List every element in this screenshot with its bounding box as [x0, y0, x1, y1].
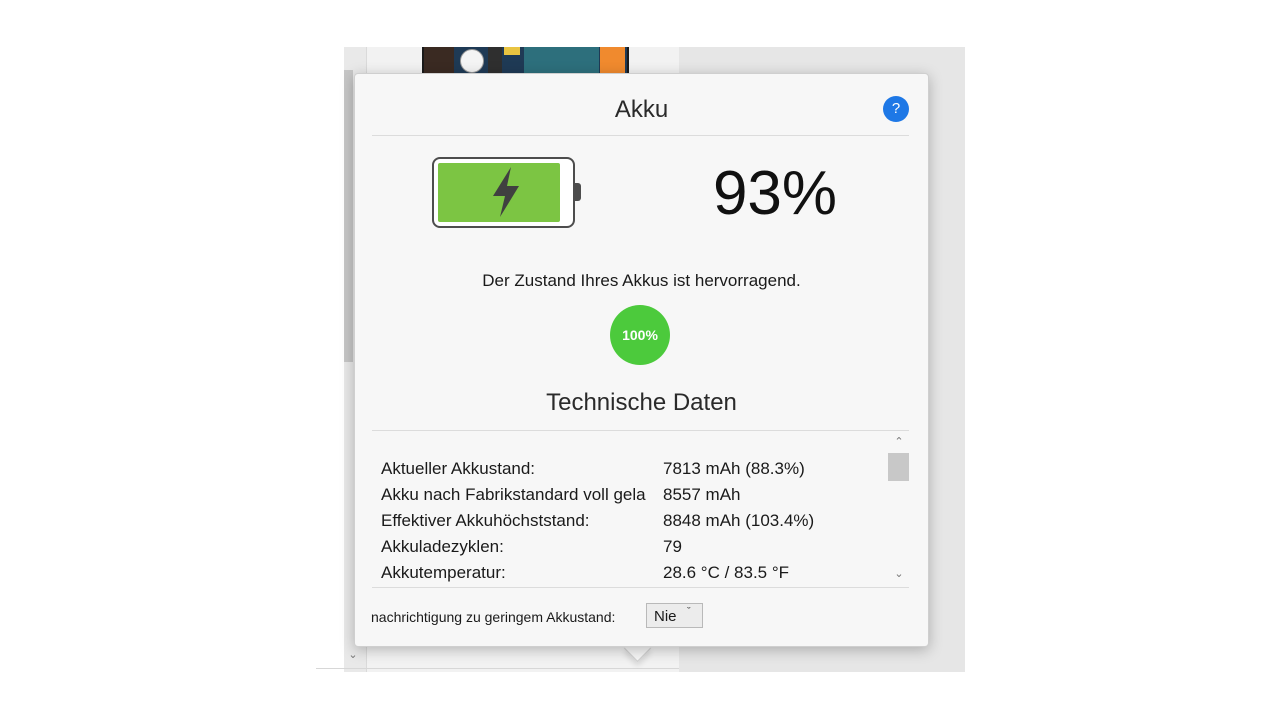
clock-icon	[460, 49, 484, 73]
spec-label: Aktueller Akkustand:	[381, 459, 536, 478]
background-divider	[316, 668, 679, 669]
spec-value: 8848 mAh (103.4%)	[663, 511, 815, 530]
help-button[interactable]: ?	[883, 96, 909, 122]
question-mark-icon: ?	[891, 100, 901, 117]
spec-label: Effektiver Akkuhöchststand:	[381, 511, 590, 530]
scroll-thumb[interactable]	[888, 453, 909, 481]
spec-value: 8557 mAh	[663, 485, 741, 504]
battery-cap	[574, 183, 581, 201]
popover-title: Akku	[614, 96, 669, 123]
spec-label: Akku nach Fabrikstandard voll gela	[381, 485, 646, 504]
spec-row: Akkuladezyklen: 79	[381, 537, 891, 563]
footer-divider	[372, 587, 909, 588]
low-battery-notification-select[interactable]: Nie ˇ	[646, 603, 703, 628]
battery-health-text: Der Zustand Ihres Akkus ist hervorragend…	[482, 271, 801, 290]
chevron-down-icon[interactable]: ⌄	[888, 566, 910, 582]
select-value: Nie	[654, 608, 677, 625]
low-battery-notification-label: nachrichtigung zu geringem Akkustand:	[371, 609, 616, 625]
spec-row: Aktueller Akkustand: 7813 mAh (88.3%)	[381, 459, 891, 485]
spec-row: Effektiver Akkuhöchststand: 8848 mAh (10…	[381, 511, 891, 537]
background-thumbnail	[422, 47, 629, 76]
spec-value: 7813 mAh (88.3%)	[663, 459, 805, 478]
battery-percentage: 93%	[712, 159, 838, 228]
spec-row: Akku nach Fabrikstandard voll gela 8557 …	[381, 485, 891, 511]
technical-data-list[interactable]: Aktueller Akkustand: 7813 mAh (88.3%) Ak…	[372, 432, 909, 587]
tech-divider	[372, 430, 909, 431]
spec-row: Akkutemperatur: 28.6 °C / 83.5 °F	[381, 563, 891, 587]
spec-value: 79	[663, 537, 682, 556]
specs-scrollbar[interactable]: ⌃ ⌄	[888, 432, 910, 587]
technical-data-heading: Technische Daten	[546, 389, 737, 416]
spec-label: Akkuladezyklen:	[381, 537, 504, 556]
chevron-down-icon[interactable]: ⌄	[346, 648, 360, 662]
spec-label: Akkutemperatur:	[381, 563, 506, 582]
background-scroll-thumb[interactable]	[344, 70, 353, 362]
battery-health-badge: 100%	[610, 305, 670, 365]
chevron-down-icon: ˇ	[687, 606, 691, 618]
chevron-up-icon[interactable]: ⌃	[888, 434, 910, 450]
lightning-bolt-icon	[493, 167, 519, 217]
battery-popover: Akku ? 93% Der Zustand Ihres Akkus ist h…	[354, 73, 929, 647]
title-divider	[372, 135, 909, 136]
spec-value: 28.6 °C / 83.5 °F	[663, 563, 790, 582]
